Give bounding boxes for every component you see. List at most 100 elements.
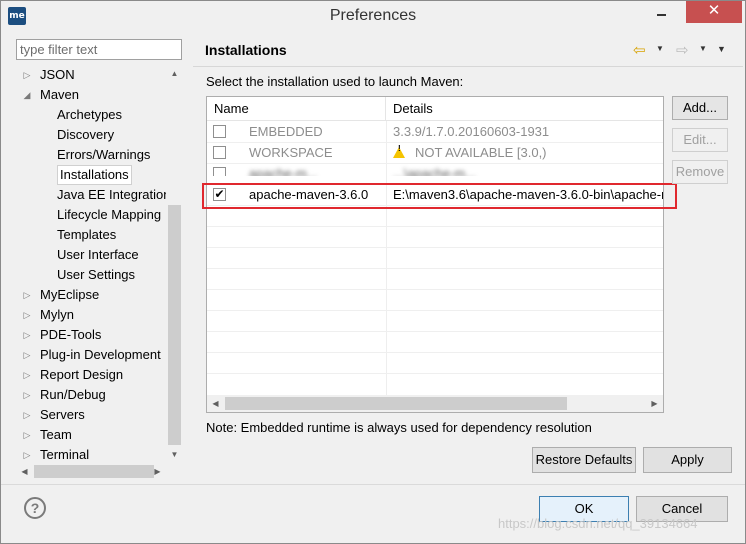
tree-item-label: User Interface — [57, 247, 139, 262]
tree-item-mylyn[interactable]: ▷ Mylyn — [16, 305, 176, 325]
tree-item-label: Templates — [57, 227, 117, 242]
installation-name: apache-maven-3.6.0 — [249, 187, 369, 202]
remove-button[interactable]: Remove — [672, 160, 728, 184]
tree-item-terminal[interactable]: ▷ Terminal — [16, 445, 176, 463]
row-gridline — [207, 268, 663, 269]
watermark: https://blog.csdn.net/qq_39134664 — [498, 516, 698, 531]
installation-name: apache-m... — [249, 166, 318, 176]
checkbox[interactable] — [213, 125, 226, 138]
tree-item-plug-in-development[interactable]: ▷ Plug-in Development — [16, 345, 176, 365]
row-gridline — [207, 289, 663, 290]
tree-item-label: Installations — [57, 165, 132, 185]
tree-item-label: Plug-in Development — [40, 347, 161, 362]
tree-item-servers[interactable]: ▷ Servers — [16, 405, 176, 425]
installation-name: WORKSPACE — [249, 145, 333, 160]
forward-dropdown-icon[interactable]: ▼ — [699, 44, 707, 53]
scroll-down-icon[interactable]: ▼ — [166, 446, 183, 463]
window-title: Preferences — [329, 7, 417, 24]
tree-horizontal-scrollbar[interactable]: ◀ ▶ — [16, 463, 166, 480]
tree-item-json[interactable]: ▷ JSON — [16, 65, 176, 85]
tree-item-discovery[interactable]: Discovery — [16, 125, 176, 145]
note-text: Note: Embedded runtime is always used fo… — [206, 420, 592, 435]
tree-item-installations[interactable]: Installations — [16, 165, 176, 185]
tree-item-myeclipse[interactable]: ▷ MyEclipse — [16, 285, 176, 305]
installation-details: E:\maven3.6\apache-maven-3.6.0-bin\apach… — [393, 184, 663, 205]
checkbox-checked[interactable]: ✔ — [213, 188, 226, 201]
installation-row[interactable]: apache-m... ...\apache-m... — [207, 163, 663, 176]
tree-item-lifecycle-mapping[interactable]: Lifecycle Mapping — [16, 205, 176, 225]
row-gridline — [207, 142, 663, 143]
expand-arrow-icon[interactable]: ▷ — [22, 425, 32, 445]
expand-arrow-icon[interactable]: ▷ — [22, 445, 32, 463]
tree-item-archetypes[interactable]: Archetypes — [16, 105, 176, 125]
preference-tree: ▷ JSON ◢ Maven Archetypes Discovery Errors/War… — [16, 65, 182, 463]
tree-item-label: PDE-Tools — [40, 327, 102, 342]
column-header-details[interactable]: Details — [386, 97, 663, 121]
scroll-right-icon[interactable]: ▶ — [646, 395, 663, 412]
tree-item-label: Run/Debug — [40, 387, 106, 402]
tree-item-label: Servers — [40, 407, 85, 422]
row-gridline — [207, 226, 663, 227]
installation-row[interactable]: EMBEDDED 3.3.9/1.7.0.20160603-1931 — [207, 121, 663, 142]
page-header: Installations ⇦ ▼ ⇨ ▼ ▼ — [193, 35, 743, 67]
tree-item-label: Team — [40, 427, 72, 442]
scroll-thumb[interactable] — [34, 465, 154, 478]
tree-item-templates[interactable]: Templates — [16, 225, 176, 245]
tree-item-label: Terminal — [40, 447, 90, 462]
tree-item-errors-warnings[interactable]: Errors/Warnings — [16, 145, 176, 165]
installation-row[interactable]: WORKSPACE! NOT AVAILABLE [3.0,) — [207, 142, 663, 163]
filter-input[interactable] — [16, 39, 182, 60]
table-horizontal-scrollbar[interactable]: ◀ ▶ — [207, 395, 663, 412]
apply-button[interactable]: Apply — [643, 447, 732, 473]
installation-details-text: 3.3.9/1.7.0.20160603-1931 — [393, 124, 550, 139]
tree-item-pde-tools[interactable]: ▷ PDE-Tools — [16, 325, 176, 345]
close-button[interactable]: ✕ — [686, 1, 742, 23]
footer-divider — [1, 484, 745, 485]
expand-arrow-icon[interactable]: ▷ — [22, 65, 32, 85]
scroll-thumb[interactable] — [168, 205, 181, 445]
forward-arrow-icon[interactable]: ⇨ — [676, 41, 689, 59]
scroll-left-icon[interactable]: ◀ — [16, 463, 33, 480]
tree-item-report-design[interactable]: ▷ Report Design — [16, 365, 176, 385]
tree-item-label: Maven — [40, 87, 80, 102]
tree-vertical-scrollbar[interactable]: ▲ ▼ — [166, 65, 183, 463]
restore-defaults-button[interactable]: Restore Defaults — [532, 447, 636, 473]
minimize-button[interactable] — [641, 3, 681, 23]
column-header-name[interactable]: Name — [207, 97, 386, 121]
expand-arrow-icon[interactable]: ▷ — [22, 325, 32, 345]
expand-arrow-icon[interactable]: ▷ — [22, 345, 32, 365]
tree-item-maven[interactable]: ◢ Maven — [16, 85, 176, 105]
scroll-right-icon[interactable]: ▶ — [149, 463, 166, 480]
expand-arrow-icon[interactable]: ▷ — [22, 305, 32, 325]
expand-arrow-icon[interactable]: ▷ — [22, 365, 32, 385]
back-dropdown-icon[interactable]: ▼ — [656, 44, 664, 53]
tree-item-label: Lifecycle Mapping — [57, 207, 162, 222]
tree-item-user-settings[interactable]: User Settings — [16, 265, 176, 285]
installation-row[interactable]: ✔ apache-maven-3.6.0 E:\maven3.6\apache-ma… — [207, 184, 663, 205]
checkbox[interactable] — [213, 167, 226, 176]
tree-item-label: Mylyn — [40, 307, 74, 322]
add-button[interactable]: Add... — [672, 96, 728, 120]
row-gridline — [207, 310, 663, 311]
tree-item-java-ee-integration[interactable]: Java EE Integration — [16, 185, 176, 205]
title-bar: me Preferences ✕ — [1, 1, 745, 32]
checkbox[interactable] — [213, 146, 226, 159]
view-menu-icon[interactable]: ▼ — [717, 44, 726, 54]
tree-item-team[interactable]: ▷ Team — [16, 425, 176, 445]
tree-item-user-interface[interactable]: User Interface — [16, 245, 176, 265]
expand-arrow-icon[interactable]: ▷ — [22, 405, 32, 425]
scroll-thumb[interactable] — [225, 397, 567, 410]
expand-arrow-icon[interactable]: ▷ — [22, 385, 32, 405]
scroll-left-icon[interactable]: ◀ — [207, 395, 224, 412]
edit-button[interactable]: Edit... — [672, 128, 728, 152]
back-arrow-icon[interactable]: ⇦ — [633, 41, 646, 59]
collapse-arrow-icon[interactable]: ◢ — [22, 85, 32, 105]
scroll-up-icon[interactable]: ▲ — [166, 65, 183, 82]
help-icon[interactable]: ? — [24, 497, 46, 519]
tree-item-label: Report Design — [40, 367, 124, 382]
tree-item-label: MyEclipse — [40, 287, 100, 302]
row-gridline — [207, 331, 663, 332]
expand-arrow-icon[interactable]: ▷ — [22, 285, 32, 305]
tree-item-run-debug[interactable]: ▷ Run/Debug — [16, 385, 176, 405]
tree-item-label: JSON — [40, 67, 75, 82]
